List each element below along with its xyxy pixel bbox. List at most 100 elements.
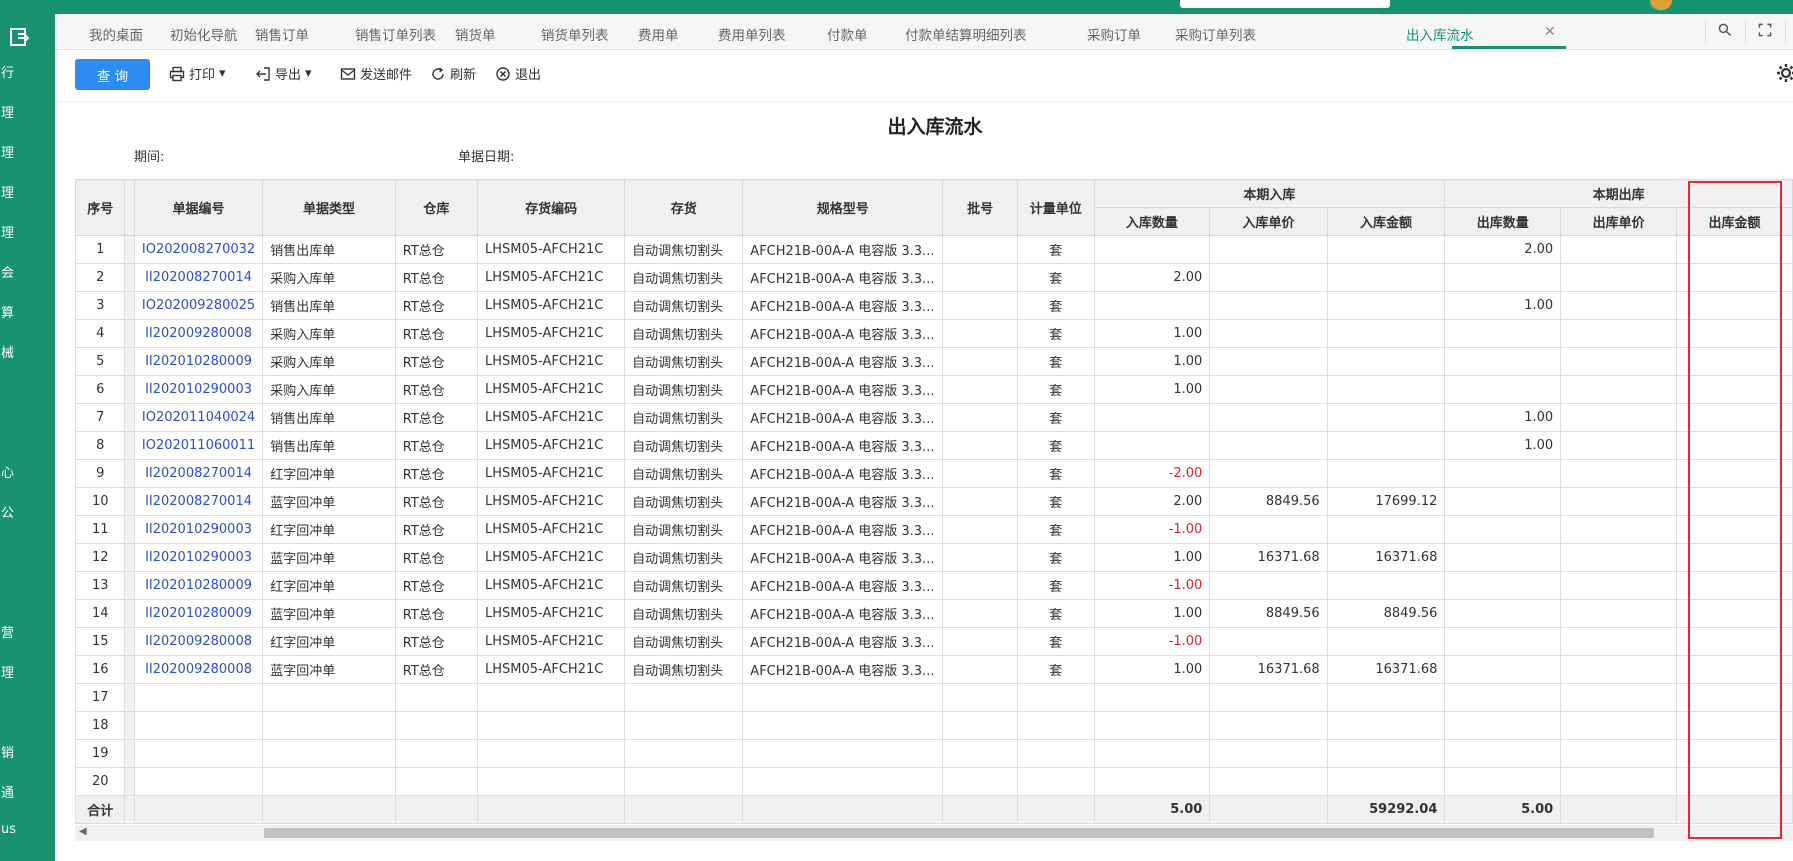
table-row[interactable]: 19 [75,739,1793,768]
doc-no-link[interactable]: II202010290003 [133,515,264,544]
sidebar-menu-item[interactable]: 会 [0,262,20,281]
sidebar-menu-item[interactable]: 械 [0,342,20,361]
tab-item[interactable]: 采购订单 [1087,24,1141,44]
tab-item[interactable]: 出入库流水 [1406,24,1474,44]
scroll-left-icon[interactable]: ◀ [79,826,87,837]
doc-no-link[interactable]: II202008270014 [133,487,264,516]
empty-cell [1326,683,1446,712]
sidebar-menu-item[interactable]: 理 [0,222,20,241]
horizontal-scrollbar[interactable]: ◀ [75,825,1793,841]
cell-seq: 5 [75,347,126,376]
doc-no-link[interactable]: IO202008270032 [133,235,264,264]
tab-item[interactable]: 费用单 [638,24,679,44]
col-in-amount[interactable]: 入库金额 [1326,207,1446,236]
doc-no-link[interactable]: II202008270014 [133,459,264,488]
empty-cell [1560,711,1678,740]
sidebar-menu-item[interactable]: 算 [0,302,20,321]
tab-item[interactable]: 销售订单列表 [355,24,436,44]
tab-item[interactable]: 初始化导航 [170,24,238,44]
tab-item[interactable]: 销货单列表 [541,24,609,44]
doc-no-link[interactable]: II202010280009 [133,347,264,376]
sidebar-menu-item[interactable]: 行 [0,62,20,81]
table-row[interactable]: 11 II202010290003 红字回冲单 RT总仓 LHSM05-AFCH21C 自… [75,515,1793,544]
col-out-qty[interactable]: 出库数量 [1444,207,1562,236]
table-row[interactable]: 1 IO202008270032 销售出库单 RT总仓 LHSM05-AFCH21C 自动… [75,235,1793,264]
table-row[interactable]: 12 II202010290003 蓝字回冲单 RT总仓 LHSM05-AFCH21C 自… [75,543,1793,572]
query-button[interactable]: 查 询 [75,59,150,90]
sidebar-menu-item[interactable]: 心 [0,462,20,481]
tab-item[interactable]: 销货单 [455,24,496,44]
doc-no-link[interactable]: II202010280009 [133,599,264,628]
table-row[interactable]: 8 IO202011060011 销售出库单 RT总仓 LHSM05-AFCH21C 自动… [75,431,1793,460]
col-in-qty[interactable]: 入库数量 [1093,207,1211,236]
table-row[interactable]: 16 II202009280008 蓝字回冲单 RT总仓 LHSM05-AFCH21C 自… [75,655,1793,684]
cell-in-amount [1326,403,1446,432]
col-in-price[interactable]: 入库单价 [1209,207,1328,236]
user-avatar[interactable] [1650,0,1672,10]
tab-item[interactable]: 采购订单列表 [1175,24,1256,44]
table-row[interactable]: 15 II202009280008 红字回冲单 RT总仓 LHSM05-AFCH21C 自… [75,627,1793,656]
tab-item[interactable]: 销售订单 [255,24,309,44]
doc-no-link[interactable]: IO202009280025 [133,291,264,320]
col-doc-type[interactable]: 单据类型 [262,179,396,236]
table-row[interactable]: 2 II202008270014 采购入库单 RT总仓 LHSM05-AFCH21C 自动… [75,263,1793,292]
col-batch[interactable]: 批号 [942,179,1019,236]
sidebar-menu-item[interactable]: 理 [0,662,20,681]
tab-item[interactable]: 费用单列表 [718,24,786,44]
sidebar-menu-item[interactable]: 公 [0,502,20,521]
table-row[interactable]: 4 II202009280008 采购入库单 RT总仓 LHSM05-AFCH21C 自动… [75,319,1793,348]
scrollbar-thumb[interactable] [264,828,1654,838]
sidebar-menu-item[interactable]: 营 [0,622,20,641]
col-item-code[interactable]: 存货编码 [477,179,626,236]
table-row[interactable]: 13 II202010280009 红字回冲单 RT总仓 LHSM05-AFCH21C 自… [75,571,1793,600]
doc-no-link[interactable]: II202010290003 [133,543,264,572]
cell-in-price: 16371.68 [1209,543,1328,572]
exit-button[interactable]: 退出 [495,64,541,83]
doc-no-link[interactable]: II202009280008 [133,655,264,684]
table-row[interactable]: 17 [75,683,1793,712]
table-row[interactable]: 14 II202010280009 蓝字回冲单 RT总仓 LHSM05-AFCH21C 自… [75,599,1793,628]
col-unit[interactable]: 计量单位 [1017,179,1095,236]
sidebar-menu-item[interactable]: 理 [0,142,20,161]
table-row[interactable]: 3 IO202009280025 销售出库单 RT总仓 LHSM05-AFCH21C 自动… [75,291,1793,320]
collapse-icon[interactable] [8,26,30,48]
gear-icon[interactable] [1775,62,1793,84]
sidebar-menu-item[interactable]: 通 [0,782,20,801]
sidebar-menu-item[interactable]: 理 [0,182,20,201]
table-row[interactable]: 5 II202010280009 采购入库单 RT总仓 LHSM05-AFCH21C 自动… [75,347,1793,376]
tab-item[interactable]: 我的桌面 [89,24,143,44]
sidebar-menu-item[interactable]: 销 [0,742,20,761]
table-row[interactable]: 7 IO202011040024 销售出库单 RT总仓 LHSM05-AFCH21C 自动… [75,403,1793,432]
doc-no-link[interactable]: IO202011060011 [133,431,264,460]
print-button[interactable]: 打印 ▾ [169,64,226,83]
tab-item[interactable]: 付款单 [827,24,868,44]
doc-no-link[interactable]: II202010290003 [133,375,264,404]
col-doc-no[interactable]: 单据编号 [133,179,264,236]
table-row[interactable]: 18 [75,711,1793,740]
sidebar-menu-item[interactable]: us [0,822,20,837]
send-email-button[interactable]: 发送邮件 [340,64,412,83]
table-row[interactable]: 10 II202008270014 蓝字回冲单 RT总仓 LHSM05-AFCH21C 自… [75,487,1793,516]
global-search-input[interactable] [1180,0,1390,8]
fullscreen-icon[interactable] [1755,22,1775,42]
doc-no-link[interactable]: II202009280008 [133,627,264,656]
doc-no-link[interactable]: II202008270014 [133,263,264,292]
table-row[interactable]: 20 [75,767,1793,796]
cell-spec: AFCH21B-00A-A 电容版 3.3... [742,655,944,684]
empty-cell [133,711,264,740]
col-warehouse[interactable]: 仓库 [394,179,479,236]
col-out-price[interactable]: 出库单价 [1560,207,1678,236]
tab-item[interactable]: 付款单结算明细列表 [905,24,1027,44]
col-spec[interactable]: 规格型号 [742,179,944,236]
doc-no-link[interactable]: II202009280008 [133,319,264,348]
col-item[interactable]: 存货 [624,179,744,236]
close-tab-icon[interactable]: ✕ [1544,24,1556,40]
search-icon[interactable] [1715,22,1735,42]
doc-no-link[interactable]: IO202011040024 [133,403,264,432]
export-button[interactable]: 导出 ▾ [255,64,312,83]
doc-no-link[interactable]: II202010280009 [133,571,264,600]
table-row[interactable]: 9 II202008270014 红字回冲单 RT总仓 LHSM05-AFCH21C 自动… [75,459,1793,488]
refresh-button[interactable]: 刷新 [430,64,476,83]
table-row[interactable]: 6 II202010290003 采购入库单 RT总仓 LHSM05-AFCH21C 自动… [75,375,1793,404]
cell-in-amount: 8849.56 [1326,599,1446,628]
